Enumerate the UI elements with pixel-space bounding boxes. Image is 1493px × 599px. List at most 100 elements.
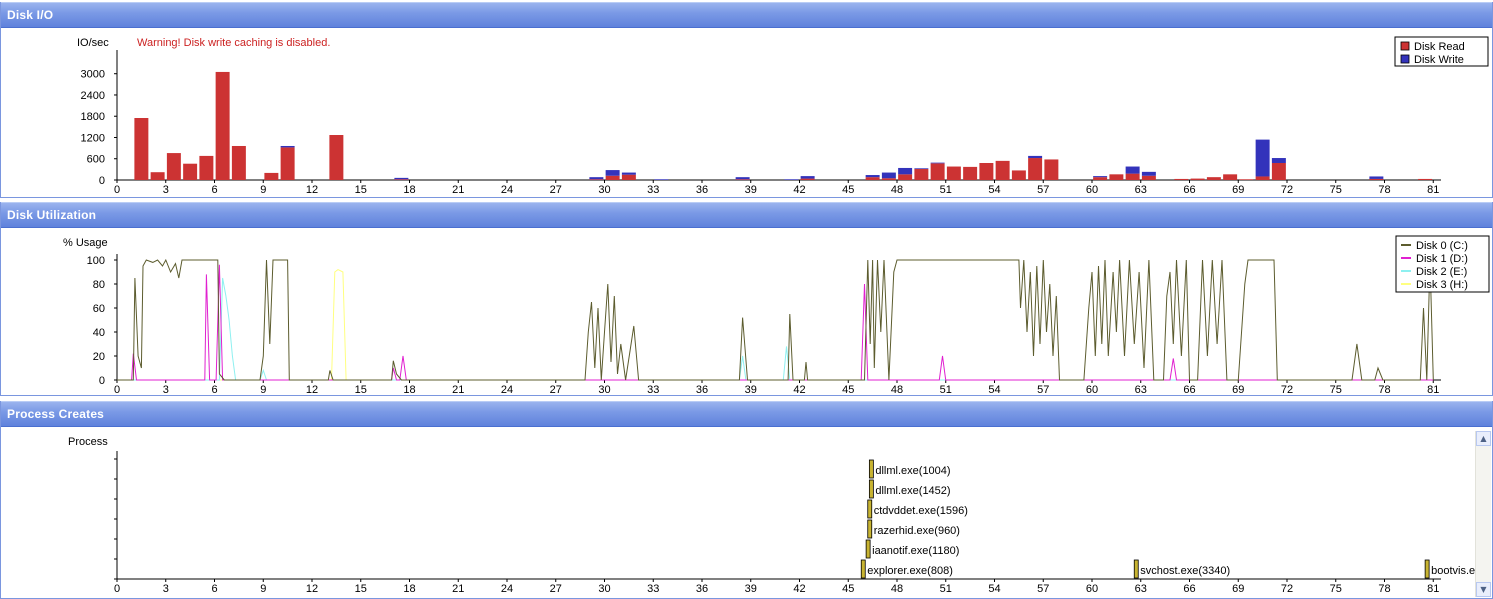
process-bar <box>1133 559 1139 579</box>
x-tick-label: 24 <box>501 583 513 595</box>
x-tick-label: 18 <box>403 184 415 196</box>
read-bar <box>329 135 344 180</box>
x-tick-label: 60 <box>1086 583 1098 595</box>
process-creates-panel: Process Creates Process 0 3 6 9 12 15 18 21 24 27 3… <box>0 401 1493 599</box>
x-tick-label: 39 <box>745 384 757 396</box>
process-label: explorer.exe(808) <box>867 565 953 577</box>
x-tick-label: 63 <box>1135 184 1147 196</box>
x-tick-label: 30 <box>598 384 610 396</box>
process-bar <box>868 479 874 499</box>
x-tick-label: 81 <box>1427 384 1439 396</box>
process-label: dllml.exe(1004) <box>875 465 950 477</box>
read-bar <box>946 166 961 180</box>
y-axis-label: Process <box>68 436 108 448</box>
read-bar <box>1044 159 1059 180</box>
series-line <box>117 264 1434 381</box>
write-bar <box>800 176 815 179</box>
series-line <box>117 269 1434 381</box>
read-bar <box>150 172 165 180</box>
read-bar <box>995 160 1010 180</box>
x-tick-label: 24 <box>501 184 513 196</box>
write-bar <box>394 177 409 180</box>
x-tick-label: 72 <box>1281 583 1293 595</box>
x-tick-label: 27 <box>550 184 562 196</box>
read-bar <box>898 174 913 180</box>
x-tick-label: 15 <box>355 583 367 595</box>
x-tick-label: 51 <box>940 184 952 196</box>
disk-utilization-chart: % Usage0204060801000 3 6 9 12 15 18 21 24 27 30 33 3… <box>63 235 1490 396</box>
y-tick-label: 100 <box>87 255 105 267</box>
x-tick-label: 12 <box>306 184 318 196</box>
x-tick-label: 39 <box>745 583 757 595</box>
process-creates-title: Process Creates <box>7 407 105 421</box>
y-tick-label: 1200 <box>81 132 105 144</box>
process-bar <box>860 559 866 579</box>
x-tick-label: 78 <box>1378 583 1390 595</box>
write-bar <box>605 170 620 176</box>
read-bar <box>589 179 604 180</box>
y-tick-label: 0 <box>99 175 105 187</box>
x-tick-label: 27 <box>550 384 562 396</box>
read-bar <box>1028 158 1043 180</box>
x-tick-label: 36 <box>696 184 708 196</box>
x-tick-label: 45 <box>842 384 854 396</box>
legend-swatch <box>1400 41 1410 51</box>
write-bar <box>1125 166 1140 174</box>
x-tick-label: 33 <box>647 583 659 595</box>
read-bar <box>183 163 198 180</box>
x-tick-label: 60 <box>1086 184 1098 196</box>
x-tick-label: 9 <box>260 583 266 595</box>
x-tick-label: 12 <box>306 384 318 396</box>
series-line <box>117 277 1434 381</box>
process-label: bootvis.exe <box>1431 565 1477 577</box>
read-bar <box>930 163 945 180</box>
x-tick-label: 9 <box>260 184 266 196</box>
disk-utilization-header: Disk Utilization <box>1 202 1492 228</box>
x-tick-label: 24 <box>501 384 513 396</box>
x-tick-label: 48 <box>891 384 903 396</box>
write-bar <box>898 167 913 175</box>
x-tick-label: 0 <box>114 184 120 196</box>
process-creates-header: Process Creates <box>1 401 1492 427</box>
x-tick-label: 75 <box>1330 384 1342 396</box>
read-bar <box>605 175 620 180</box>
process-bar <box>868 459 874 479</box>
x-tick-label: 0 <box>114 384 120 396</box>
read-bar <box>1255 176 1270 180</box>
read-bar <box>979 162 994 180</box>
x-tick-label: 6 <box>211 384 217 396</box>
y-tick-label: 20 <box>93 351 105 363</box>
read-bar <box>199 155 214 180</box>
read-bar <box>215 71 230 180</box>
write-bar <box>1028 155 1043 159</box>
process-label: iaanotif.exe(1180) <box>872 545 959 557</box>
y-tick-label: 600 <box>87 154 105 166</box>
x-tick-label: 21 <box>452 184 464 196</box>
legend-label: Disk Read <box>1414 41 1465 53</box>
process-scrollbar[interactable]: ▲ ▼ <box>1475 431 1491 597</box>
disk-io-panel: Disk I/O IO/sec Warning! Disk write cachi… <box>0 2 1493 198</box>
x-tick-label: 66 <box>1183 384 1195 396</box>
x-tick-label: 75 <box>1330 184 1342 196</box>
read-bar <box>865 177 880 180</box>
x-tick-label: 0 <box>114 583 120 595</box>
disk-utilization-panel: Disk Utilization % Usage 0 20 40 60 80 100 0 3 6 9… <box>0 202 1493 396</box>
x-tick-label: 72 <box>1281 184 1293 196</box>
x-tick-label: 30 <box>598 184 610 196</box>
scroll-down-button[interactable]: ▼ <box>1476 582 1491 597</box>
x-tick-label: 63 <box>1135 583 1147 595</box>
y-tick-label: 2400 <box>81 90 105 102</box>
x-tick-label: 72 <box>1281 384 1293 396</box>
process-bar <box>1424 559 1430 579</box>
read-bar <box>621 174 636 180</box>
scroll-up-button[interactable]: ▲ <box>1476 431 1491 446</box>
x-tick-label: 69 <box>1232 583 1244 595</box>
x-tick-label: 21 <box>452 583 464 595</box>
x-tick-label: 42 <box>793 583 805 595</box>
write-bar <box>784 179 799 180</box>
x-tick-label: 78 <box>1378 384 1390 396</box>
y-tick-label: 60 <box>93 303 105 315</box>
read-bar <box>800 178 815 180</box>
x-tick-label: 69 <box>1232 384 1244 396</box>
legend-label: Disk 0 (C:) <box>1416 240 1468 252</box>
